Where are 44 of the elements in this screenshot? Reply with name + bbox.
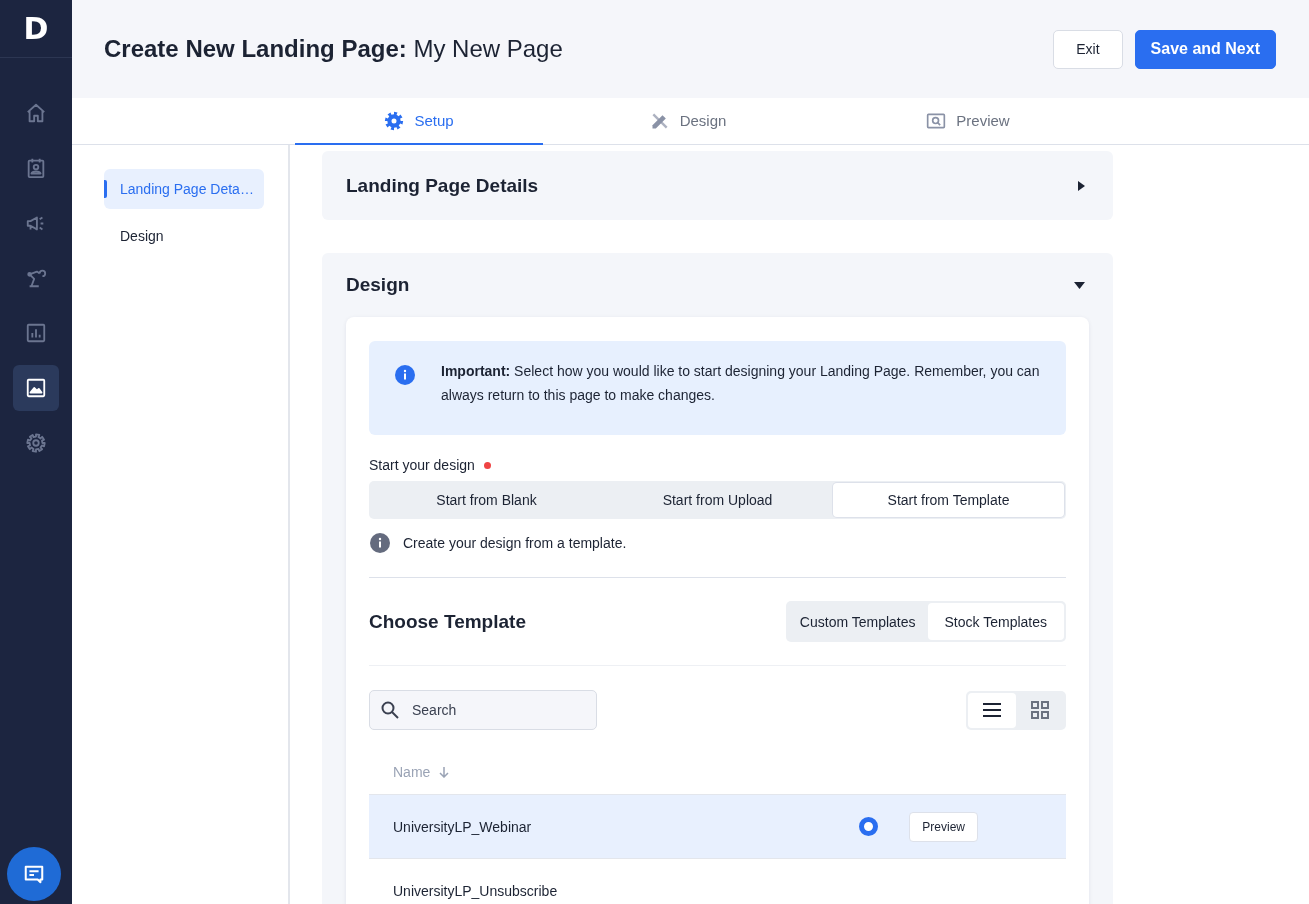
radio-button[interactable] <box>859 817 879 836</box>
segment-option[interactable]: Start from Upload <box>602 483 833 517</box>
table-row[interactable]: UniversityLP_Webinar Preview <box>369 794 1066 858</box>
exit-button[interactable]: Exit <box>1053 29 1123 69</box>
gear-icon <box>384 110 405 131</box>
save-next-button[interactable]: Save and Next <box>1134 29 1276 69</box>
section-title: Choose Template <box>369 610 526 633</box>
grid-view-icon <box>1031 701 1049 719</box>
info-icon <box>395 365 415 385</box>
step-item[interactable]: Design <box>104 216 264 256</box>
list-view-icon <box>982 703 1002 717</box>
step-item[interactable]: Landing Page Deta… <box>104 169 264 209</box>
tab[interactable]: Setup <box>295 98 543 145</box>
template-name: UniversityLP_Webinar <box>393 818 533 835</box>
caret-icon[interactable] <box>1074 281 1085 289</box>
hint-text: Create your design from a template. <box>403 535 627 551</box>
chat-button[interactable] <box>7 847 61 901</box>
contact-icon[interactable] <box>25 157 47 179</box>
segment-option[interactable]: Start from Template <box>833 483 1064 517</box>
search-icon <box>381 701 399 719</box>
sort-arrow-icon[interactable] <box>438 766 451 778</box>
segment-option[interactable]: Start from Blank <box>371 483 602 517</box>
tab[interactable]: Design <box>543 98 833 145</box>
caret-icon[interactable] <box>1078 180 1085 191</box>
page-title: Create New Landing Page: My New Page <box>104 35 563 63</box>
field-label: Start your design <box>369 457 475 473</box>
search-field[interactable]: Search <box>369 690 597 730</box>
segment-option[interactable]: Custom Templates <box>787 603 928 640</box>
panel-title: Design <box>346 274 410 296</box>
table-row[interactable]: UniversityLP_Unsubscribe <box>369 858 1066 904</box>
robot-icon[interactable] <box>25 267 47 289</box>
info-icon <box>370 533 390 553</box>
chat-icon <box>23 863 45 885</box>
gear-icon[interactable] <box>25 432 47 454</box>
chart-icon[interactable] <box>25 322 47 344</box>
preview-button[interactable]: Preview <box>909 811 978 842</box>
image-icon[interactable] <box>25 377 47 399</box>
view-toggle[interactable] <box>968 692 1016 728</box>
notice-text: Important: Select how you would like to start designing your Landing Page. Remember, you can always return to this page to make changes. <box>441 362 1041 405</box>
segment-option[interactable]: Stock Templates <box>927 603 1064 640</box>
panel-title: Landing Page Details <box>346 174 539 197</box>
home-icon[interactable] <box>25 102 47 124</box>
tab[interactable]: Preview <box>833 98 1103 145</box>
template-name: UniversityLP_Unsubscribe <box>393 882 559 899</box>
